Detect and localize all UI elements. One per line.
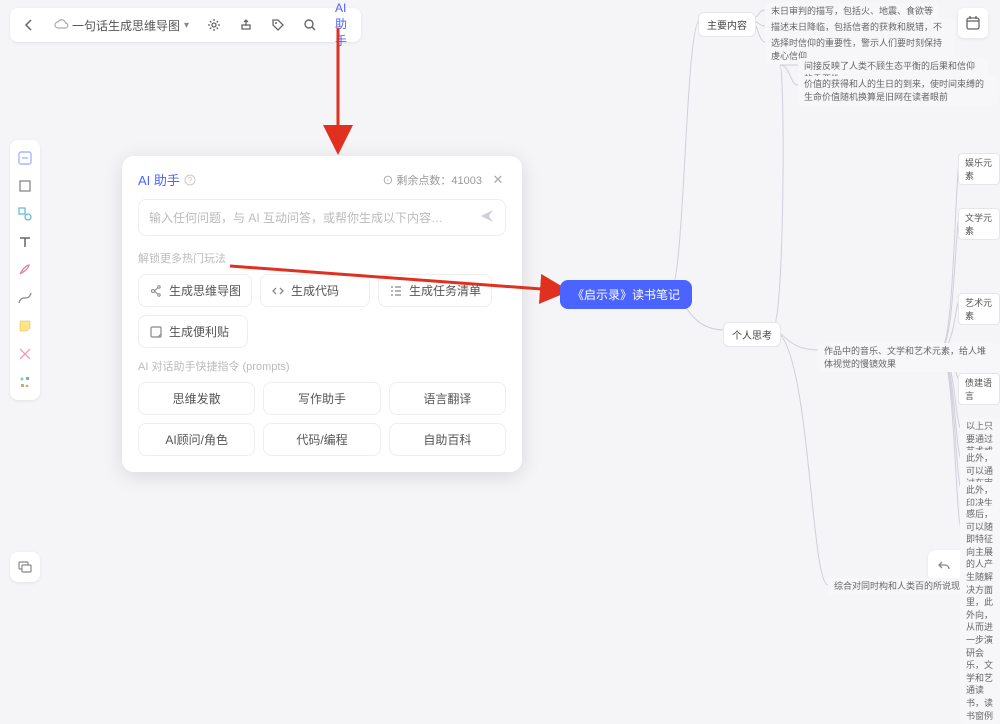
action-chips: 生成思维导图 生成代码 生成任务清单 生成便利贴 — [138, 274, 506, 348]
close-button[interactable]: ✕ — [490, 172, 506, 188]
tool-topic[interactable] — [13, 146, 37, 170]
help-icon[interactable]: ? — [184, 174, 196, 186]
svg-text:?: ? — [188, 176, 193, 185]
send-button[interactable] — [479, 208, 495, 227]
ai-input-row — [138, 199, 506, 236]
tool-connector[interactable] — [13, 286, 37, 310]
mindmap-canvas[interactable]: 《启示录》读书笔记 主要内容 个人思考 末日审判的描写，包括火、地震、食欲等 描… — [560, 0, 1000, 594]
plus-shapes-icon — [17, 374, 33, 390]
cat-entertainment[interactable]: 娱乐元素 — [958, 153, 1000, 185]
points-remaining: ⊙ 剩余点数：41003 — [382, 172, 482, 188]
leaf-d0[interactable]: 作品中的音乐、文学和艺术元素，给人堆体视觉的慢镜效果 — [818, 343, 1000, 372]
tag-icon — [271, 18, 285, 32]
chevron-down-icon: ▾ — [184, 20, 189, 31]
chip-tasklist[interactable]: 生成任务清单 — [378, 274, 492, 307]
chip-sticky[interactable]: 生成便利贴 — [138, 315, 248, 348]
prompt-grid: 思维发散 写作助手 语言翻译 AI顾问/角色 代码/编程 自助百科 — [138, 382, 506, 456]
prompt-writing[interactable]: 写作助手 — [263, 382, 380, 415]
back-button[interactable] — [16, 12, 42, 38]
checklist-icon — [389, 284, 403, 298]
ai-assistant-button[interactable]: AI 助手 — [329, 12, 355, 38]
hot-actions-label: 解锁更多热门玩法 — [138, 250, 506, 266]
text-icon — [17, 234, 33, 250]
topbar: 一句话生成思维导图 ▾ AI 助手 — [10, 8, 361, 42]
gear-icon — [207, 18, 221, 32]
prompts-label: AI 对话助手快捷指令 (prompts) — [138, 358, 506, 374]
tool-frame[interactable] — [13, 174, 37, 198]
tool-sticky[interactable] — [13, 314, 37, 338]
sticky-note-icon — [17, 318, 33, 334]
ai-assistant-panel: AI 助手 ? ⊙ 剩余点数：41003 ✕ 解锁更多热门玩法 生成思维导图 生… — [122, 156, 522, 472]
doc-title-text: 一句话生成思维导图 — [72, 17, 180, 34]
minus-box-icon — [17, 150, 33, 166]
export-icon — [239, 18, 253, 32]
cloud-icon — [54, 18, 68, 32]
prompt-wiki[interactable]: 自助百科 — [389, 423, 506, 456]
shapes-icon — [17, 206, 33, 222]
doc-title[interactable]: 一句话生成思维导图 ▾ — [48, 17, 195, 34]
prompt-role[interactable]: AI顾问/角色 — [138, 423, 255, 456]
node-personal-thinking[interactable]: 个人思考 — [723, 322, 781, 347]
prompt-code[interactable]: 代码/编程 — [263, 423, 380, 456]
chip-code[interactable]: 生成代码 — [260, 274, 370, 307]
leaf-m0[interactable]: 末日审判的描写，包括火、地震、食欲等 — [765, 3, 939, 20]
code-icon — [271, 284, 285, 298]
tool-text[interactable] — [13, 230, 37, 254]
curve-icon — [17, 290, 33, 306]
tool-shape[interactable] — [13, 202, 37, 226]
tag-button[interactable] — [265, 12, 291, 38]
tool-pen[interactable] — [13, 258, 37, 282]
layers-button[interactable] — [10, 552, 40, 582]
left-toolbar — [10, 140, 40, 400]
note-icon — [149, 325, 163, 339]
cat-art[interactable]: 艺术元素 — [958, 293, 1000, 325]
cat-literature[interactable]: 文学元素 — [958, 208, 1000, 240]
settings-button[interactable] — [201, 12, 227, 38]
prompt-translate[interactable]: 语言翻译 — [389, 382, 506, 415]
panel-title: AI 助手 — [138, 170, 180, 189]
mindmap-icon — [149, 284, 163, 298]
leaf-b3[interactable]: 感后，可以随即特征向主展的人产生随解决方面里，此外向，从而进一步演研会乐，文学和… — [960, 506, 1000, 724]
node-main-content[interactable]: 主要内容 — [698, 12, 756, 37]
cross-arrows-icon — [17, 346, 33, 362]
tool-more[interactable] — [13, 370, 37, 394]
prompt-diverge[interactable]: 思维发散 — [138, 382, 255, 415]
search-icon — [303, 18, 317, 32]
frame-icon — [17, 178, 33, 194]
search-button[interactable] — [297, 12, 323, 38]
export-button[interactable] — [233, 12, 259, 38]
tool-xmind[interactable] — [13, 342, 37, 366]
mindmap-root[interactable]: 《启示录》读书笔记 — [560, 280, 692, 309]
leaf-footer[interactable]: 综合对同时构和人类百的所说现 — [828, 578, 966, 595]
chip-mindmap[interactable]: 生成思维导图 — [138, 274, 252, 307]
pen-icon — [17, 262, 33, 278]
layers-icon — [17, 559, 33, 575]
send-icon — [479, 208, 495, 224]
leaf-t1[interactable]: 价值的获得和人的生日的到来，使时间束缚的生命价值随机换算是旧网在读者眼前 — [798, 76, 998, 105]
ai-prompt-input[interactable] — [149, 211, 479, 225]
chevron-left-icon — [23, 19, 35, 31]
cat-language[interactable]: 债建语言 — [958, 373, 1000, 405]
